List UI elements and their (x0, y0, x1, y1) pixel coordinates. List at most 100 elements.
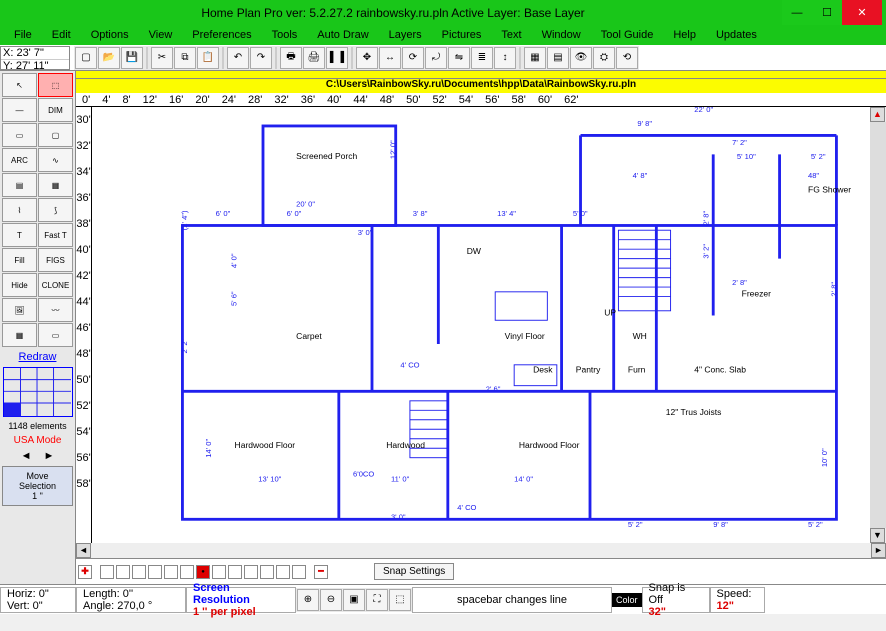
menu-pictures[interactable]: Pictures (434, 27, 490, 43)
eye-icon[interactable]: 👁 (570, 47, 592, 69)
menu-tools[interactable]: Tools (264, 27, 306, 43)
snap-dot-11[interactable] (276, 565, 290, 579)
snap-dot-10[interactable] (260, 565, 274, 579)
copy-icon[interactable]: ⧉ (174, 47, 196, 69)
ruler-vertical[interactable]: 30'32'34'36'38'40'42'44'46'48'50'52'54'5… (76, 107, 92, 543)
tool-line[interactable]: — (2, 98, 37, 122)
menu-text[interactable]: Text (493, 27, 529, 43)
menu-auto-draw[interactable]: Auto Draw (309, 27, 376, 43)
tool-window[interactable]: ▦ (38, 173, 73, 197)
scale-icon[interactable]: ↕ (494, 47, 516, 69)
color-button[interactable]: Color (612, 593, 642, 607)
zoom-in-icon[interactable]: ⊕ (297, 589, 319, 611)
undo-icon[interactable]: ↶ (227, 47, 249, 69)
zoom-out-icon[interactable]: ⊖ (320, 589, 342, 611)
move-h-icon[interactable]: ↔ (379, 47, 401, 69)
snap-dot-4[interactable] (164, 565, 178, 579)
maximize-button[interactable]: ☐ (812, 0, 842, 25)
rotate-90-icon[interactable]: ⤾ (425, 47, 447, 69)
menu-edit[interactable]: Edit (44, 27, 79, 43)
snap-dot-7[interactable] (212, 565, 226, 579)
snap-dot-1[interactable] (116, 565, 130, 579)
snap-dot-3[interactable] (148, 565, 162, 579)
undo-circled-icon[interactable]: ⟲ (616, 47, 638, 69)
tool-clone[interactable]: CLONE (38, 273, 73, 297)
rotate-icon[interactable]: ⟳ (402, 47, 424, 69)
snap-settings-button[interactable]: Snap Settings (374, 563, 454, 580)
snap-dot-5[interactable] (180, 565, 194, 579)
tool-hide[interactable]: Hide (2, 273, 37, 297)
snap-dot-0[interactable] (100, 565, 114, 579)
zoom-extent-icon[interactable]: ⬚ (389, 589, 411, 611)
tool-grid[interactable]: ▦ (2, 323, 37, 347)
tool-arc[interactable]: ARC (2, 148, 37, 172)
menu-file[interactable]: File (6, 27, 40, 43)
cut-icon[interactable]: ✂ (151, 47, 173, 69)
tool-curve[interactable]: ⟆ (38, 198, 73, 222)
floor-plan[interactable]: Screened PorchCarpetVinyl FloorPantryFur… (92, 107, 870, 543)
tool-fast-text[interactable]: Fast T (38, 223, 73, 247)
move-arrows-icon[interactable]: ✥ (356, 47, 378, 69)
chevron-left-icon[interactable]: ◄ (21, 450, 32, 462)
scroll-up-button[interactable]: ▲ (870, 107, 885, 122)
printer-icon[interactable]: 🖨 (303, 47, 325, 69)
menu-help[interactable]: Help (665, 27, 704, 43)
scroll-down-button[interactable]: ▼ (870, 528, 885, 543)
menu-preferences[interactable]: Preferences (184, 27, 259, 43)
grid-color-icon[interactable]: ▦ (524, 47, 546, 69)
snap-plus[interactable]: ✚ (78, 565, 92, 579)
menu-options[interactable]: Options (83, 27, 137, 43)
menu-tool-guide[interactable]: Tool Guide (593, 27, 662, 43)
drawing-canvas[interactable]: Screened PorchCarpetVinyl FloorPantryFur… (92, 107, 870, 543)
tool-figs[interactable]: FIGS (38, 248, 73, 272)
menu-view[interactable]: View (141, 27, 181, 43)
scroll-right-button[interactable]: ► (871, 543, 886, 558)
menu-layers[interactable]: Layers (381, 27, 430, 43)
snap-dot-6[interactable] (196, 565, 210, 579)
tool-polyline[interactable]: ⌇ (2, 198, 37, 222)
tool-measure[interactable]: ▭ (38, 323, 73, 347)
new-icon[interactable]: ▢ (75, 47, 97, 69)
move-selection-button[interactable]: Move Selection 1 " (2, 466, 73, 506)
snap-dot-9[interactable] (244, 565, 258, 579)
prefs-icon[interactable]: ⛭ (593, 47, 615, 69)
tool-image[interactable]: 🖼 (2, 298, 37, 322)
close-button[interactable]: ✕ (842, 0, 882, 25)
redo-icon[interactable]: ↷ (250, 47, 272, 69)
scrollbar-horizontal[interactable]: ◄ ► (76, 543, 886, 558)
tool-text[interactable]: T (2, 223, 37, 247)
ruler-horizontal[interactable]: 0'4'8'12'16'20'24'28'32'36'40'44'48'50'5… (76, 93, 886, 107)
print-icon[interactable]: 🖶 (280, 47, 302, 69)
tool-spline[interactable]: ∿ (38, 148, 73, 172)
snap-dot-2[interactable] (132, 565, 146, 579)
scroll-left-button[interactable]: ◄ (76, 543, 91, 558)
tool-select-rect[interactable]: ⬚ (38, 73, 73, 97)
tool-fill[interactable]: Fill (2, 248, 37, 272)
tool-rect2[interactable]: ▢ (38, 123, 73, 147)
mirror-icon[interactable]: ⇋ (448, 47, 470, 69)
open-icon[interactable]: 📂 (98, 47, 120, 69)
usa-mode-label[interactable]: USA Mode (0, 433, 75, 448)
tool-stairs[interactable]: ▤ (2, 173, 37, 197)
zoom-fit-icon[interactable]: ▣ (343, 589, 365, 611)
menu-updates[interactable]: Updates (708, 27, 765, 43)
minimize-button[interactable]: — (782, 0, 812, 25)
chevron-right-icon[interactable]: ► (44, 450, 55, 462)
pattern-preview[interactable] (3, 367, 73, 417)
scrollbar-vertical[interactable]: ▲ ▼ (870, 107, 886, 543)
align-icon[interactable]: ≣ (471, 47, 493, 69)
snap-minus[interactable]: ━ (314, 565, 328, 579)
tool-rect[interactable]: ▭ (2, 123, 37, 147)
tool-dim[interactable]: DIM (38, 98, 73, 122)
zoom-window-icon[interactable]: ⛶ (366, 589, 388, 611)
tool-freehand[interactable]: 〰 (38, 298, 73, 322)
save-icon[interactable]: 💾 (121, 47, 143, 69)
snap-dot-8[interactable] (228, 565, 242, 579)
tool-pointer[interactable]: ↖ (2, 73, 37, 97)
door-icon[interactable]: ▌▐ (326, 47, 348, 69)
redraw-button[interactable]: Redraw (0, 349, 75, 365)
grid-icon[interactable]: ▤ (547, 47, 569, 69)
paste-icon[interactable]: 📋 (197, 47, 219, 69)
snap-dot-12[interactable] (292, 565, 306, 579)
menu-window[interactable]: Window (534, 27, 589, 43)
